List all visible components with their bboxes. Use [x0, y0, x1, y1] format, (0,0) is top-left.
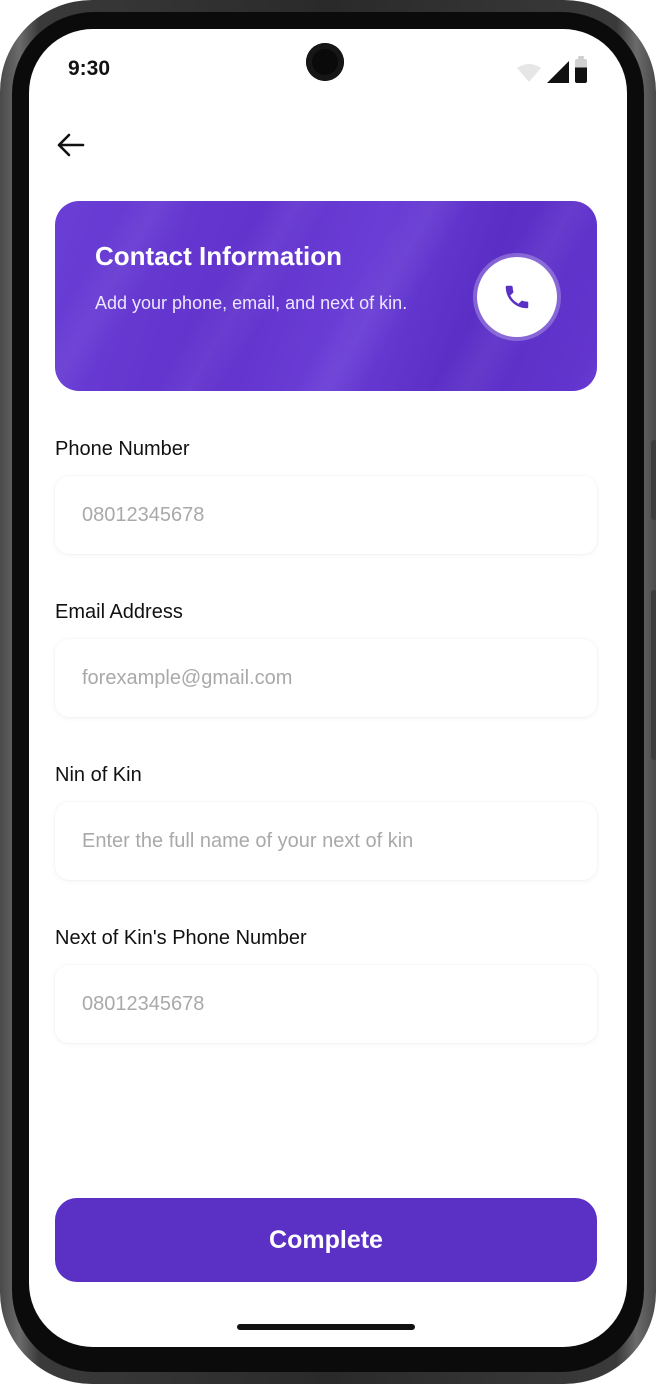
phone-device: 9:30 Contact Information Add your phone,… [0, 0, 656, 1384]
email-address-input[interactable] [55, 639, 597, 717]
status-time: 9:30 [68, 57, 111, 80]
banner-title: Contact Information [95, 241, 342, 271]
status-bar: 9:30 [29, 29, 627, 109]
contact-info-banner: Contact Information Add your phone, emai… [55, 201, 597, 391]
status-icons [517, 56, 587, 83]
banner-subtitle: Add your phone, email, and next of kin. [95, 293, 408, 313]
next-of-kin-name-label: Nin of Kin [55, 764, 142, 786]
next-of-kin-name-input[interactable] [55, 802, 597, 880]
back-button[interactable] [51, 125, 91, 165]
arrow-left-icon [57, 133, 85, 157]
home-indicator[interactable] [237, 1324, 415, 1330]
next-of-kin-phone-input[interactable] [55, 965, 597, 1043]
volume-button [651, 440, 656, 520]
app-screen: 9:30 Contact Information Add your phone,… [29, 29, 627, 1347]
complete-button[interactable]: Complete [55, 1198, 597, 1282]
email-address-label: Email Address [55, 601, 183, 623]
signal-icon [547, 61, 569, 83]
phone-badge [477, 257, 557, 337]
front-camera [306, 43, 344, 81]
power-button [651, 590, 656, 760]
phone-number-input[interactable] [55, 476, 597, 554]
wifi-icon [517, 64, 541, 82]
next-of-kin-phone-label: Next of Kin's Phone Number [55, 927, 307, 949]
phone-icon [505, 285, 529, 309]
battery-icon [575, 56, 587, 83]
phone-number-label: Phone Number [55, 438, 190, 460]
